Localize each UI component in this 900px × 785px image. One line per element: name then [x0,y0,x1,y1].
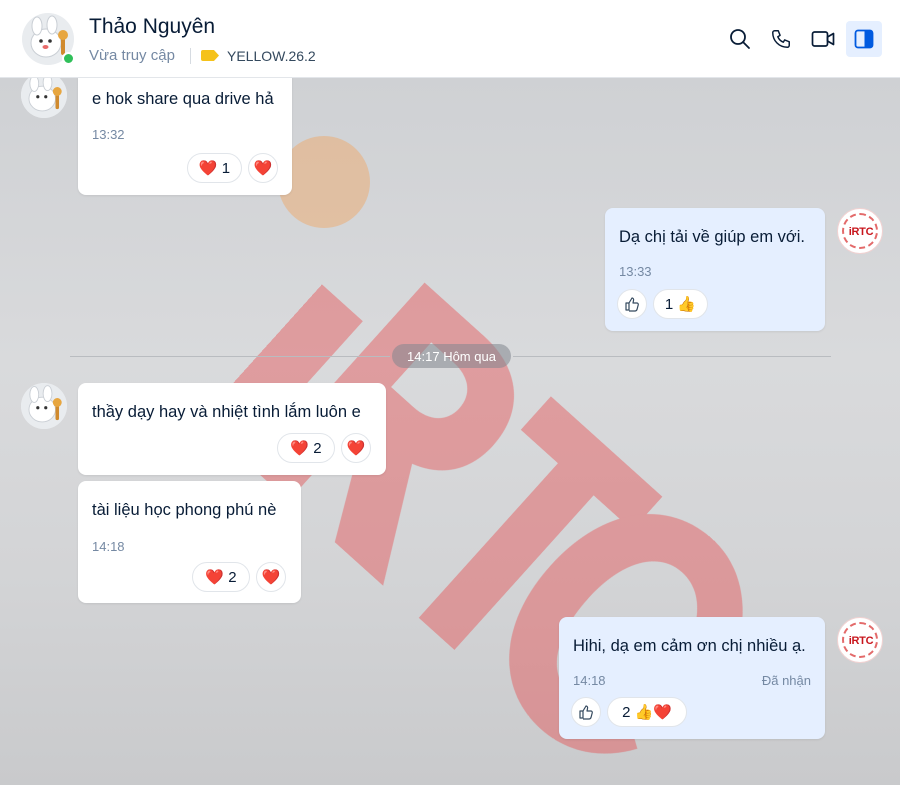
react-heart-button[interactable]: ❤️ [256,562,286,592]
message-text: e hok share qua drive hả [92,90,274,108]
video-call-button[interactable] [805,21,841,57]
react-heart-button[interactable]: ❤️ [341,433,371,463]
date-divider-line [70,356,390,357]
search-icon [730,29,750,49]
label-tag-icon[interactable] [201,50,219,61]
irtc-logo: iRTC [848,226,874,238]
like-icon [625,297,639,312]
message-bubble-incoming[interactable]: tài liệu học phong phú nè 14:18 ❤️ 2 ❤️ [78,481,301,603]
message-time: 14:18 [92,539,125,554]
header-divider [190,48,191,64]
reaction-heart-count[interactable]: ❤️ 2 [192,562,250,592]
reaction-like-heart-count[interactable]: 2 👍❤️ [607,697,687,727]
message-bubble-incoming[interactable]: e hok share qua drive hả 13:32 ❤️ 1 ❤️ [78,78,292,195]
react-heart-button[interactable]: ❤️ [248,153,278,183]
message-list[interactable]: e hok share qua drive hả 13:32 ❤️ 1 ❤️ i… [0,78,900,785]
message-time: 13:32 [92,127,125,142]
delivery-status: Đã nhận [761,673,811,688]
reaction-like-count[interactable]: 1 👍 [653,289,708,319]
react-like-button[interactable] [617,289,647,319]
sender-avatar[interactable] [21,78,67,118]
irtc-logo: iRTC [848,635,874,647]
my-avatar[interactable]: iRTC [837,208,883,254]
message-time: 13:33 [619,264,652,279]
message-bubble-outgoing[interactable]: Dạ chị tải về giúp em với. 13:33 1 👍 [605,208,825,331]
phone-icon [772,30,790,48]
react-like-button[interactable] [571,697,601,727]
sidebar-toggle-icon [854,29,874,49]
contact-name[interactable]: Thảo Nguyên [89,15,215,39]
video-call-icon [811,31,835,47]
message-text: tài liệu học phong phú nè [92,501,277,519]
reaction-heart-count[interactable]: ❤️ 2 [277,433,335,463]
message-text: Dạ chị tải về giúp em với. [619,228,805,246]
message-text: Hihi, dạ em cảm ơn chị nhiều ạ. [573,637,806,655]
like-icon [579,705,593,720]
presence-status: Vừa truy cập [89,47,175,64]
conversation-info-toggle[interactable] [846,21,882,57]
chat-header: Thảo Nguyên Vừa truy cập YELLOW.26.2 [0,0,900,78]
online-status-dot [62,52,75,65]
voice-call-button[interactable] [763,21,799,57]
sender-avatar[interactable] [21,383,67,429]
message-bubble-outgoing[interactable]: Hihi, dạ em cảm ơn chị nhiều ạ. 14:18 Đã… [559,617,825,739]
date-divider-label: 14:17 Hôm qua [392,344,511,368]
label-name[interactable]: YELLOW.26.2 [227,48,316,64]
reaction-heart-count[interactable]: ❤️ 1 [187,153,242,183]
search-button[interactable] [722,21,758,57]
message-text: thầy dạy hay và nhiệt tình lắm luôn e [92,403,361,421]
my-avatar[interactable]: iRTC [837,617,883,663]
message-bubble-incoming[interactable]: thầy dạy hay và nhiệt tình lắm luôn e ❤️… [78,383,386,475]
message-time: 14:18 [573,673,606,688]
date-divider-line [513,356,831,357]
